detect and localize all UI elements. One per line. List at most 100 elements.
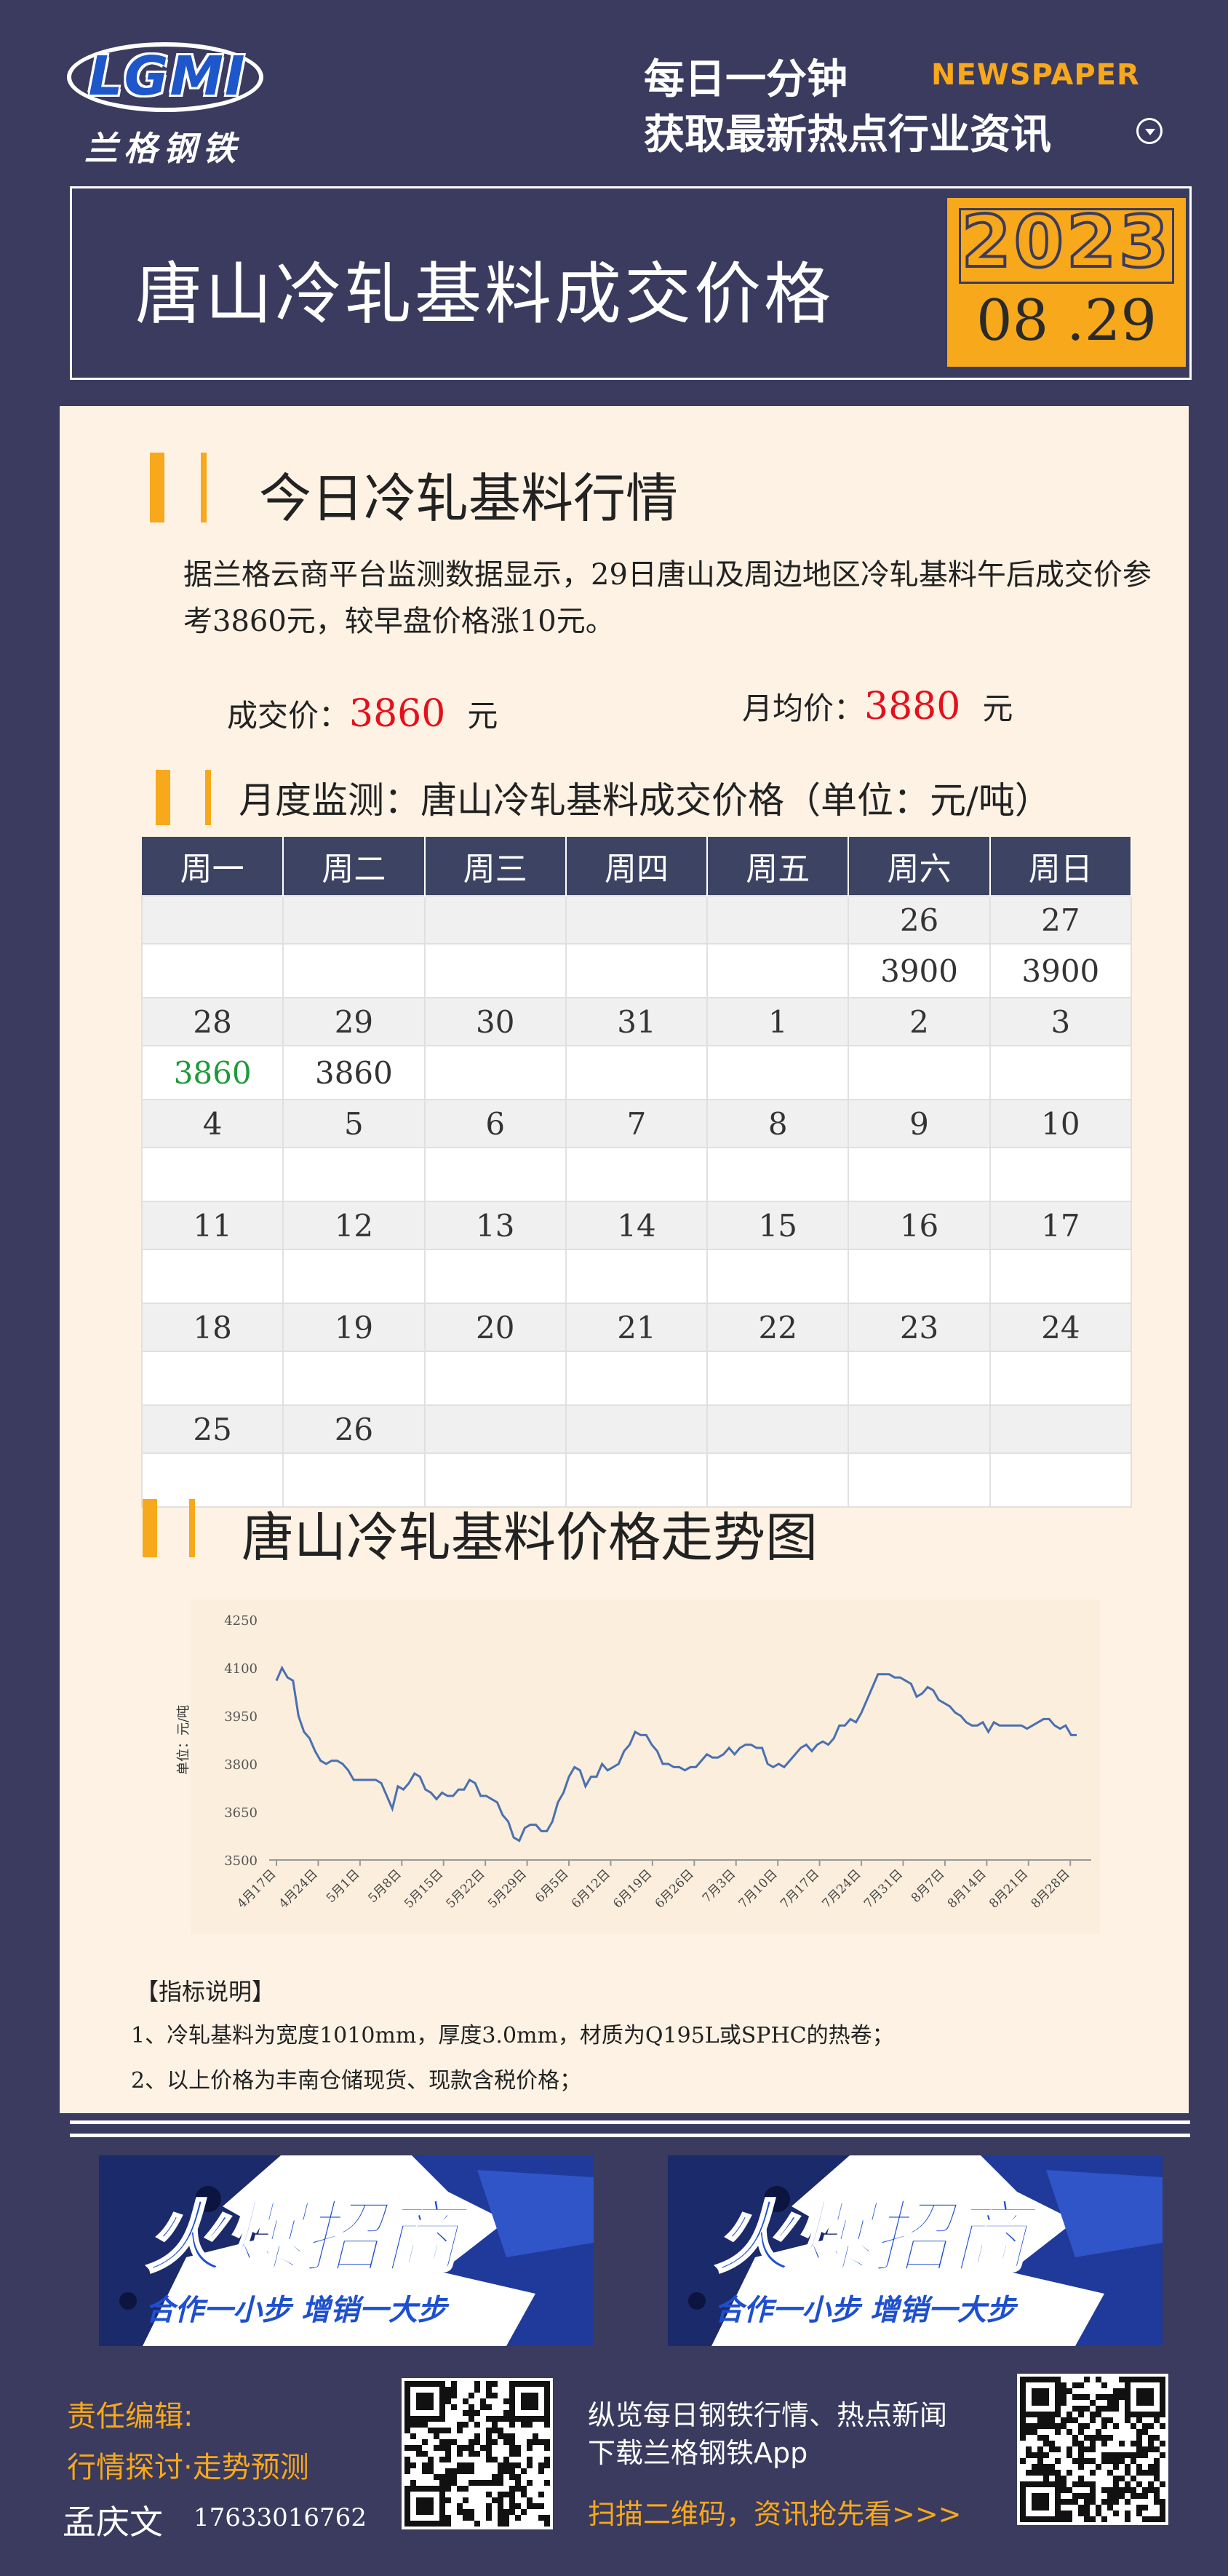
x-tick-label: 7月17日 (778, 1867, 822, 1911)
editor-name: 孟庆文 (63, 2503, 163, 2542)
calendar-day-row: 26 27 (140, 895, 1133, 945)
calendar-price: 3860 (140, 1045, 284, 1100)
calendar-day: 4 (140, 1099, 284, 1148)
calendar-day: 20 (423, 1303, 567, 1352)
calendar-day: 17 (989, 1201, 1133, 1250)
calendar-price (423, 1351, 567, 1406)
logo-chinese-name: 兰格钢铁 (84, 129, 242, 168)
weekday-header: 周六 (848, 837, 991, 896)
y-tick-label: 3500 (224, 1853, 258, 1869)
x-tick-label: 5月22日 (444, 1867, 488, 1911)
calendar-price: 3900 (989, 943, 1133, 998)
calendar-value-row: 3900 3900 (140, 943, 1133, 998)
calendar-day (423, 895, 567, 945)
avg-price: 月均价：3880 元 (742, 684, 1013, 728)
calendar-price (140, 943, 284, 998)
promo-line-2: 下载兰格钢铁App (588, 2437, 808, 2469)
ad-subline: 合作一小步 增销一大步 (145, 2294, 450, 2327)
calendar-day: 5 (282, 1099, 426, 1148)
y-tick-label: 4100 (224, 1661, 258, 1677)
ad-banner-right[interactable]: 火爆招商 合作一小步 增销一大步 (668, 2155, 1163, 2346)
calendar-day: 18 (140, 1303, 284, 1352)
calendar-day: 6 (423, 1099, 567, 1148)
calendar-day (848, 1404, 991, 1454)
calendar-day-row: 11 12 13 14 15 16 17 (140, 1201, 1133, 1250)
calendar-day (989, 1404, 1133, 1454)
calendar-price (706, 1249, 850, 1304)
calendar-price (423, 1249, 567, 1304)
y-axis-label: 单位：元/吨 (176, 1705, 191, 1775)
calendar-day-row: 28 29 30 31 1 2 3 (140, 997, 1133, 1046)
calendar-price (848, 1147, 991, 1202)
calendar-day: 16 (848, 1201, 991, 1250)
calendar-day: 10 (989, 1099, 1133, 1148)
editor-subtitle: 行情探讨·走势预测 (67, 2451, 309, 2484)
calendar-day-row: 25 26 (140, 1404, 1133, 1454)
calendar-day-row: 4 5 6 7 8 9 10 (140, 1099, 1133, 1148)
deal-price-value: 3860 (349, 692, 446, 736)
qr-code-wechat[interactable] (402, 2378, 553, 2529)
deal-price-label: 成交价： (227, 698, 350, 734)
x-tick-label: 7月3日 (700, 1867, 738, 1905)
editor-label: 责任编辑: (67, 2400, 194, 2433)
x-tick-label: 7月24日 (819, 1867, 864, 1911)
avg-price-unit: 元 (982, 691, 1013, 726)
weekday-header: 周四 (565, 837, 709, 896)
calendar-price: 3860 (282, 1045, 426, 1100)
slogan-line-2: 获取最新热点行业资讯 (644, 111, 1051, 159)
slogan-line-1: 每日一分钟 (644, 56, 848, 103)
calendar-day (565, 1404, 709, 1454)
ad-banner-left[interactable]: 火爆招商 合作一小步 增销一大步 (99, 2155, 594, 2346)
x-tick-label: 6月12日 (569, 1867, 613, 1911)
calendar-day: 2 (848, 997, 991, 1046)
calendar-price: 3900 (848, 943, 991, 998)
calendar-price (565, 1249, 709, 1304)
weekday-header: 周五 (707, 837, 850, 896)
calendar-day: 19 (282, 1303, 426, 1352)
divider (70, 2134, 1190, 2137)
calendar-day (565, 895, 709, 945)
calendar-price (848, 1249, 991, 1304)
calendar-day: 30 (423, 997, 567, 1046)
calendar-price (706, 943, 850, 998)
calendar-price (989, 1452, 1133, 1508)
calendar-price (140, 1249, 284, 1304)
calendar-day (140, 895, 284, 945)
calendar-price (989, 1147, 1133, 1202)
calendar-price (989, 1045, 1133, 1100)
calendar-price (282, 1351, 426, 1406)
calendar-day: 8 (706, 1099, 850, 1148)
calendar-day: 13 (423, 1201, 567, 1250)
chevron-down-icon[interactable] (1136, 118, 1163, 144)
x-tick-label: 6月26日 (653, 1867, 697, 1911)
x-tick-label: 5月15日 (402, 1867, 446, 1911)
promo-line-3: 扫描二维码，资讯抢先看>>> (588, 2498, 962, 2530)
calendar-price (989, 1351, 1133, 1406)
calendar-price (706, 1147, 850, 1202)
x-tick-label: 7月10日 (736, 1867, 781, 1911)
calendar-day: 22 (706, 1303, 850, 1352)
calendar-day: 15 (706, 1201, 850, 1250)
calendar-day: 28 (140, 997, 284, 1046)
newspaper-label: NEWSPAPER (931, 58, 1140, 92)
calendar-price (848, 1045, 991, 1100)
calendar-price (565, 1147, 709, 1202)
x-tick-label: 5月8日 (365, 1867, 404, 1905)
promo-line-1: 纵览每日钢铁行情、热点新闻 (588, 2399, 948, 2431)
deal-price-unit: 元 (467, 698, 498, 734)
calendar-price (706, 1351, 850, 1406)
calendar-price (848, 1452, 991, 1508)
calendar-day: 21 (565, 1303, 709, 1352)
y-tick-label: 4250 (224, 1613, 258, 1629)
calendar-price (423, 943, 567, 998)
calendar-price (282, 1147, 426, 1202)
qr-code-app[interactable] (1017, 2374, 1168, 2525)
calendar-price (565, 1351, 709, 1406)
calendar-day (706, 1404, 850, 1454)
calendar-day: 1 (706, 997, 850, 1046)
ad-graphic: 火爆招商 合作一小步 增销一大步 (99, 2155, 594, 2346)
calendar-price (140, 1147, 284, 1202)
price-series-line (275, 1665, 1077, 1842)
y-tick-label: 3800 (224, 1757, 258, 1773)
x-tick-label: 4月24日 (276, 1867, 321, 1911)
